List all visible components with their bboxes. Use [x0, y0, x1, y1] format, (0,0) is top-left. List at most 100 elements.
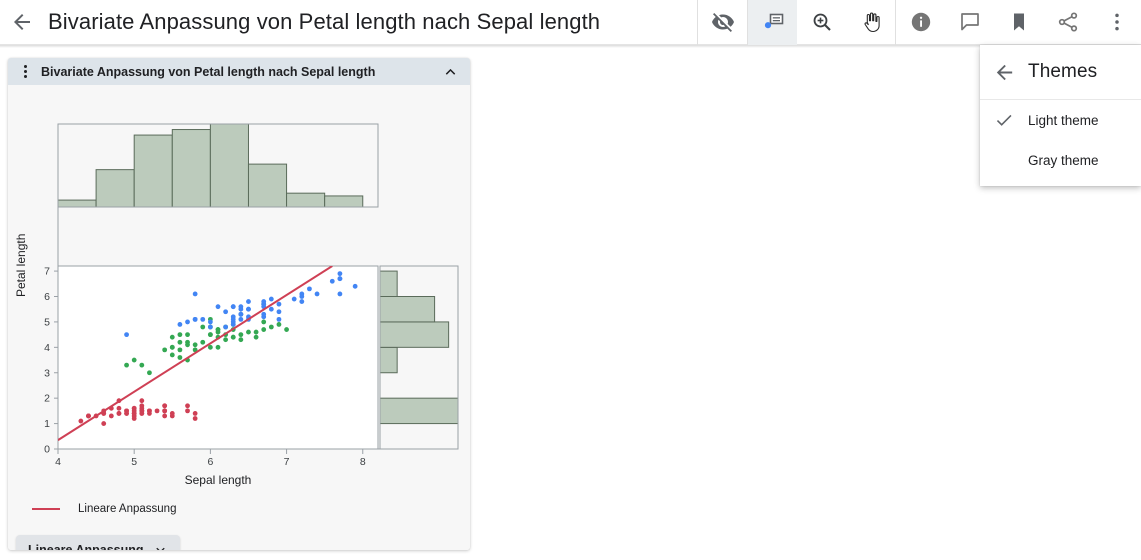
comment-button[interactable]	[945, 0, 994, 45]
data-point-virginica	[223, 309, 229, 315]
x-tick-label: 6	[207, 456, 213, 468]
toolbar-shadow	[0, 45, 1141, 48]
right-histogram-bar	[379, 397, 459, 425]
plot-canvas[interactable]: 0 1 2 3 4 5 6 7 4 5 6 7 8	[8, 85, 470, 485]
data-point-versicolor	[139, 362, 145, 368]
data-point-setosa	[192, 411, 198, 416]
data-point-versicolor	[177, 332, 183, 338]
card-menu-button[interactable]	[17, 62, 33, 82]
top-histogram-bar	[57, 199, 97, 208]
y-tick-label: 1	[44, 418, 50, 430]
data-point-virginica	[238, 316, 244, 322]
back-button[interactable]	[0, 0, 44, 44]
data-point-setosa	[185, 403, 190, 409]
data-point-setosa	[162, 413, 168, 419]
themes-back-button[interactable]	[980, 48, 1028, 96]
data-point-setosa	[116, 411, 122, 416]
bookmark-button[interactable]	[994, 0, 1043, 45]
card-collapse-button[interactable]	[439, 61, 461, 83]
data-point-setosa	[185, 408, 190, 414]
data-point-versicolor	[162, 347, 168, 353]
data-point-virginica	[238, 311, 244, 317]
chart-card-body: 0123456745678 Petal length Sepal length …	[8, 85, 470, 550]
x-tick-label: 4	[55, 456, 61, 468]
data-point-setosa	[108, 413, 114, 419]
data-point-versicolor	[238, 337, 244, 343]
data-point-versicolor	[177, 347, 183, 353]
data-point-virginica	[314, 291, 320, 297]
hide-button[interactable]	[698, 0, 747, 45]
data-point-versicolor	[177, 355, 183, 360]
pan-tool-button[interactable]	[846, 0, 895, 45]
share-icon	[1058, 12, 1077, 32]
data-point-virginica	[207, 319, 213, 325]
right-histogram-bar	[379, 346, 398, 374]
y-tick-label: 3	[44, 367, 50, 379]
data-point-virginica	[246, 299, 251, 304]
data-point-virginica	[124, 332, 129, 338]
chart-card-header: Bivariate Anpassung von Petal length nac…	[8, 58, 470, 85]
data-point-versicolor	[230, 334, 236, 340]
theme-option-gray-label: Gray theme	[1028, 152, 1099, 168]
more-options-button[interactable]	[1092, 0, 1141, 45]
info-icon	[911, 12, 930, 32]
theme-option-gray[interactable]: Gray theme	[980, 140, 1141, 180]
pan-hand-icon	[863, 12, 880, 33]
data-point-setosa	[147, 408, 152, 414]
bivariate-plot[interactable]: 0 1 2 3 4 5 6 7 4 5 6 7 8	[8, 85, 470, 495]
top-histogram-bar	[171, 129, 211, 208]
data-point-setosa	[154, 408, 160, 414]
data-label-tool-button[interactable]	[748, 0, 797, 45]
theme-option-light[interactable]: Light theme	[980, 100, 1141, 140]
more-vert-icon	[1114, 13, 1119, 31]
chart-legend: Lineare Anpassung	[32, 503, 176, 515]
data-point-versicolor	[261, 319, 267, 325]
data-point-versicolor	[215, 344, 221, 350]
data-point-virginica	[192, 291, 198, 297]
data-point-virginica	[299, 291, 305, 297]
plot-frame	[57, 265, 379, 450]
chart-card-title: Bivariate Anpassung von Petal length nac…	[41, 64, 376, 79]
data-point-setosa	[78, 418, 84, 424]
share-button[interactable]	[1043, 0, 1092, 45]
top-histogram-bar	[247, 163, 288, 208]
data-point-virginica	[268, 306, 274, 312]
data-point-virginica	[177, 322, 183, 327]
data-point-setosa	[192, 416, 198, 421]
data-point-virginica	[276, 301, 282, 307]
info-button[interactable]	[896, 0, 945, 45]
top-histogram-bar	[209, 123, 249, 208]
data-point-setosa	[169, 413, 175, 419]
linear-fit-dropdown-button[interactable]: Lineare Anpassung	[16, 535, 180, 550]
app-toolbar: Bivariate Anpassung von Petal length nac…	[0, 0, 1141, 45]
data-point-virginica	[329, 278, 335, 284]
data-point-virginica	[337, 291, 343, 297]
data-point-versicolor	[169, 344, 175, 350]
data-point-versicolor	[268, 324, 274, 330]
hide-icon	[711, 13, 734, 32]
data-point-versicolor	[207, 344, 213, 350]
data-point-versicolor	[131, 357, 137, 363]
x-axis-label: Sepal length	[184, 473, 252, 487]
top-histogram-bar	[324, 195, 364, 208]
data-point-setosa	[162, 403, 168, 409]
top-histogram-bar	[286, 192, 326, 208]
zoom-in-tool-button[interactable]	[797, 0, 846, 45]
right-histogram-bar	[379, 296, 436, 323]
data-point-versicolor	[284, 327, 289, 332]
data-point-setosa	[86, 413, 91, 419]
arrow-back-icon	[14, 14, 30, 30]
data-point-versicolor	[207, 332, 213, 338]
data-point-virginica	[291, 296, 297, 302]
more-vert-icon	[23, 70, 27, 73]
right-histogram-bar	[379, 321, 450, 348]
check-icon	[996, 114, 1012, 126]
data-point-setosa	[124, 411, 129, 416]
theme-option-light-label: Light theme	[1028, 112, 1099, 128]
data-label-icon	[764, 13, 783, 29]
arrow-back-icon	[996, 64, 1012, 80]
data-point-virginica	[223, 324, 229, 330]
data-point-versicolor	[200, 324, 206, 330]
data-point-virginica	[268, 296, 274, 302]
y-tick-label: 0	[44, 444, 50, 456]
